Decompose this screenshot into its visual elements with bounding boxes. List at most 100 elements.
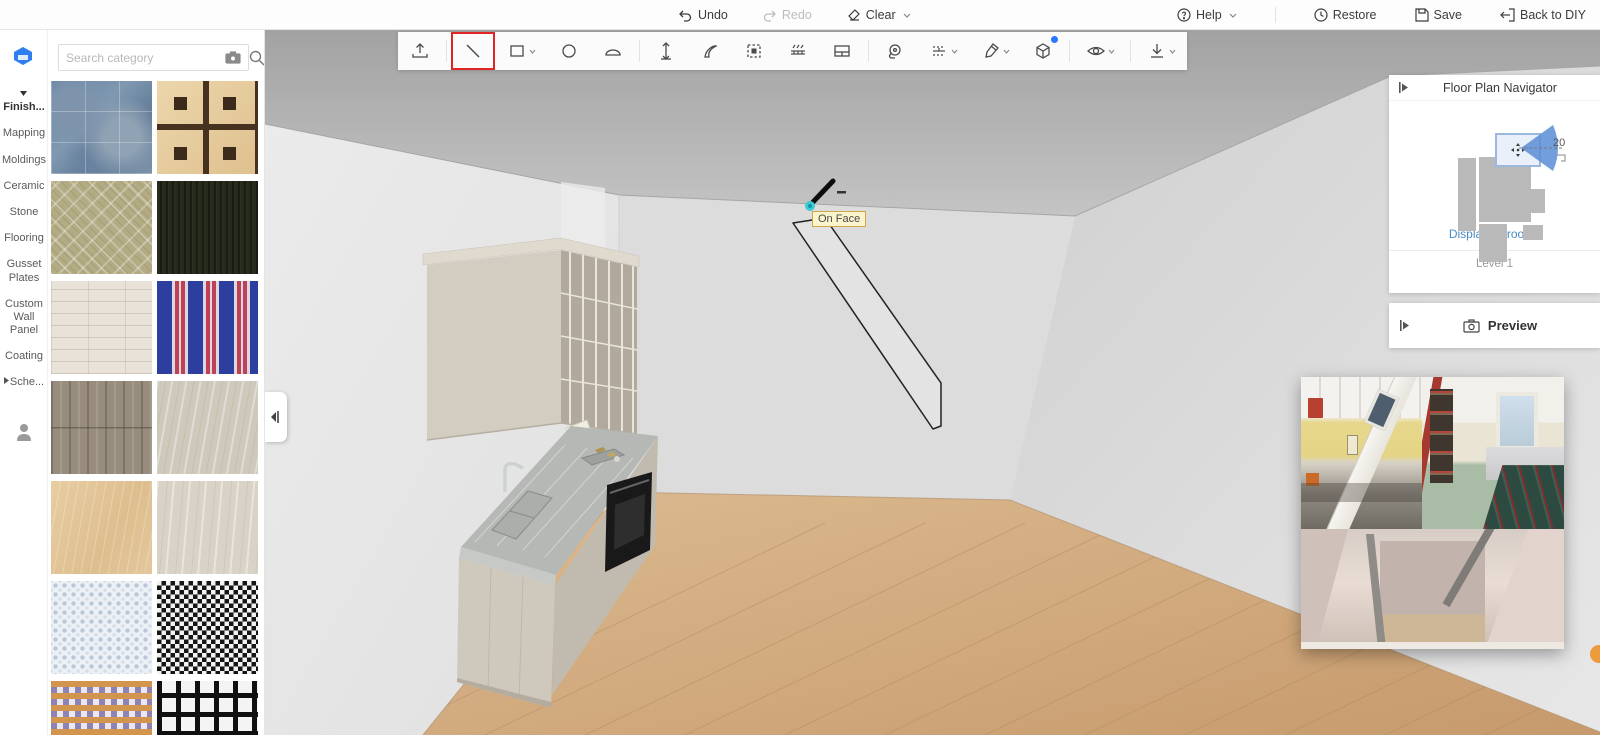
arc-tool[interactable] [591,32,635,70]
swatch-grid [51,81,264,735]
navigator-title: Floor Plan Navigator [1443,80,1557,95]
exit-icon [1500,8,1515,22]
undo-label: Undo [698,8,728,22]
paint-tool[interactable] [969,32,1021,70]
rectangle-icon [509,45,524,57]
swatch-light-oak[interactable] [51,481,152,574]
swatch-light-travertine[interactable] [157,381,258,474]
preview-panel: Preview [1389,303,1600,348]
clear-button[interactable]: Clear [846,8,911,22]
sidebar-category-coating[interactable]: Coating [0,350,48,363]
back-to-diy-label: Back to DIY [1520,8,1586,22]
hatch-tool[interactable] [776,32,820,70]
minimap-room[interactable] [1458,158,1476,231]
chevron-down-icon [529,49,535,54]
top-menubar: Undo Redo Clear Help Restore Save Back t… [0,0,1600,30]
sidebar-collapse-handle[interactable] [265,392,287,442]
search-input[interactable] [66,50,221,65]
cube-3d-tool[interactable] [1021,32,1065,70]
swatch-beige-tile-dark-inset[interactable] [157,81,258,174]
chevron-down-icon [1003,49,1009,54]
upload-tool[interactable] [398,32,442,70]
swatch-olive-diamond-fabric[interactable] [51,181,152,274]
photo-attic-nook [1301,529,1564,649]
move-axis-tool[interactable] [644,32,688,70]
caret-right-icon [3,377,9,385]
sidebar-category-finish[interactable]: Finish... [0,88,48,114]
sidebar-category-custom-wall-panel[interactable]: Custom Wall Panel [0,298,48,338]
minimap-room[interactable] [1479,224,1507,262]
sidebar-category-stone[interactable]: Stone [0,206,48,219]
undo-icon [679,10,692,22]
undo-button[interactable]: Undo [678,8,728,22]
swatch-gray-wood-plank[interactable] [51,381,152,474]
sidebar-category-schemes[interactable]: Sche... [0,376,48,389]
floor-plan-minimap[interactable]: 20 [1389,101,1600,262]
swatch-red-blue-stripe[interactable] [157,281,258,374]
help-button[interactable]: Help [1177,8,1237,22]
photo-bedroom-area [1421,377,1564,529]
rectangle-tool[interactable] [495,32,547,70]
panel-split-tool[interactable] [820,32,864,70]
circle-tool[interactable] [547,32,591,70]
minimap-room[interactable] [1523,225,1543,240]
help-label: Help [1196,8,1222,22]
elevation-tool[interactable] [917,32,969,70]
swatch-blue-dot-lattice[interactable] [51,581,152,674]
swatch-multicolor-mosaic[interactable] [51,681,152,735]
camera-search-icon[interactable] [225,51,241,64]
sidebar-category-gusset-plates[interactable]: Gusset Plates [0,258,48,284]
chevron-down-icon [1169,49,1175,54]
restore-button[interactable]: Restore [1314,8,1377,22]
move-axis-icon [661,42,671,60]
swatch-blue-stone-tile[interactable] [51,81,152,174]
redo-button[interactable]: Redo [762,8,812,22]
visibility-tool[interactable] [1074,32,1126,70]
preview-button[interactable]: Preview [1410,318,1590,333]
sidebar-category-mapping[interactable]: Mapping [0,127,48,140]
circle-icon [562,44,576,58]
help-icon [1177,8,1191,22]
draw-toolbar [398,32,1187,70]
floor-plan-navigator: Floor Plan Navigator 20 Display all room… [1389,75,1600,293]
user-avatar-icon[interactable] [15,422,33,447]
marquee-select-tool[interactable] [732,32,776,70]
redo-label: Redo [781,8,812,22]
camera-icon [1463,318,1480,333]
toolbar-divider [446,40,447,62]
save-button[interactable]: Save [1414,8,1462,22]
cube-icon [1036,43,1050,59]
swatch-bw-mosaic-check[interactable] [157,581,258,674]
camera-angle-value: 20 [1553,137,1566,149]
photo-kitchen-area [1301,377,1422,529]
sidebar-category-moldings[interactable]: Moldings [0,154,48,167]
panel-collapse-icon[interactable] [1399,320,1410,331]
download-tool[interactable] [1135,32,1187,70]
swatch-whitewashed-plank[interactable] [51,281,152,374]
search-box[interactable] [58,44,249,71]
catalog-logo-icon[interactable] [11,46,35,71]
sweep-curve-tool[interactable] [688,32,732,70]
topbar-divider [1274,7,1276,23]
toolbar-divider [868,40,869,62]
line-tool[interactable] [451,32,495,70]
panel-collapse-icon[interactable] [1398,82,1409,93]
sidebar-category-flooring[interactable]: Flooring [0,232,48,245]
swatch-greek-key[interactable] [157,681,258,735]
sweep-curve-icon [704,45,718,58]
back-to-diy-button[interactable]: Back to DIY [1500,8,1586,22]
swatch-dark-pinstripe[interactable] [157,181,258,274]
category-label: Gusset Plates [6,258,42,284]
eraser-icon [847,9,860,21]
reference-photo-inset[interactable] [1301,377,1564,649]
eye-icon [1086,46,1105,56]
tape-measure-tool[interactable] [873,32,917,70]
chevron-down-icon [1229,13,1237,18]
category-label: Custom Wall Panel [5,297,43,337]
category-label: Sche... [9,376,45,389]
search-submit-button[interactable] [249,50,264,66]
swatch-pale-wood[interactable] [157,481,258,574]
line-icon [466,44,480,58]
sidebar-category-ceramic[interactable]: Ceramic [0,180,48,193]
search-icon [249,50,264,65]
